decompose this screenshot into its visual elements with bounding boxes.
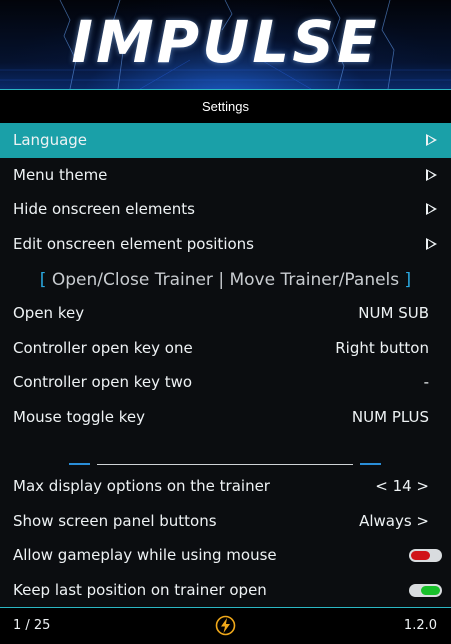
menu-item-label: Keep last position on trainer open — [13, 580, 267, 599]
menu-item-edit-onscreen-positions[interactable]: Edit onscreen element positions — [0, 227, 451, 262]
menu-item-allow-gameplay-mouse[interactable]: Allow gameplay while using mouse — [0, 538, 451, 573]
section-bracket-close: ] — [404, 270, 412, 290]
separator-accent-right — [360, 463, 381, 465]
menu-item-value: Always > — [359, 511, 429, 530]
menu-item-label: Language — [13, 131, 88, 149]
toggle-knob — [421, 585, 440, 595]
menu-item-label: Hide onscreen elements — [13, 200, 195, 218]
submenu-arrow-icon — [426, 168, 437, 181]
menu-item-controller-open-key-two[interactable]: Controller open key two - — [0, 365, 451, 400]
menu-item-hide-onscreen-elements[interactable]: Hide onscreen elements — [0, 192, 451, 227]
footer-bar: 1 / 25 1.2.0 — [0, 608, 451, 644]
menu-item-label: Max display options on the trainer — [13, 477, 270, 495]
toggle-knob — [411, 551, 430, 560]
menu-item-label: Show screen panel buttons — [13, 511, 217, 530]
version-label: 1.2.0 — [403, 618, 437, 633]
menu-item-label: Edit onscreen element positions — [13, 234, 254, 253]
menu-item-label: Allow gameplay while using mouse — [13, 546, 277, 564]
header-banner: IMPULSE — [0, 0, 451, 89]
lightning-bolt-icon — [215, 615, 236, 636]
menu-item-max-display-options[interactable]: Max display options on the trainer < 14 … — [0, 469, 451, 504]
submenu-arrow-icon — [426, 134, 437, 146]
menu-item-value: < 14 > — [375, 477, 429, 495]
app-logo: IMPULSE — [71, 8, 380, 76]
menu-item-label: Menu theme — [13, 165, 108, 184]
submenu-arrow-icon — [426, 203, 437, 215]
separator-accent-left — [69, 463, 90, 465]
menu-item-label: Mouse toggle key — [13, 407, 145, 426]
toggle-switch[interactable] — [409, 583, 442, 597]
menu-item-language[interactable]: Language — [0, 123, 451, 158]
separator-line — [97, 464, 353, 465]
menu-item-open-key[interactable]: Open key NUM SUB — [0, 296, 451, 331]
menu-item-label: Open key — [13, 304, 85, 322]
menu-item-show-screen-panel-buttons[interactable]: Show screen panel buttons Always > — [0, 504, 451, 539]
menu-item-value: NUM PLUS — [351, 407, 429, 426]
menu-item-menu-theme[interactable]: Menu theme — [0, 158, 451, 193]
page-title: Settings — [0, 90, 451, 123]
page-indicator: 1 / 25 — [13, 618, 51, 633]
toggle-switch[interactable] — [409, 549, 442, 562]
section-header-trainer-keys: [ Open/Close Trainer | Move Trainer/Pane… — [0, 263, 451, 297]
menu-item-value: Right button — [335, 338, 429, 357]
menu-item-value: - — [423, 373, 429, 391]
menu-item-label: Controller open key two — [13, 373, 193, 391]
menu-item-controller-open-key-one[interactable]: Controller open key one Right button — [0, 331, 451, 366]
menu-item-keep-last-position[interactable]: Keep last position on trainer open — [0, 573, 451, 608]
submenu-arrow-icon — [426, 237, 437, 250]
menu-item-label: Controller open key one — [13, 338, 193, 357]
menu-item-mouse-toggle-key[interactable]: Mouse toggle key NUM PLUS — [0, 400, 451, 435]
menu-item-value: NUM SUB — [358, 304, 429, 322]
section-title: Open/Close Trainer | Move Trainer/Panels — [46, 270, 405, 290]
